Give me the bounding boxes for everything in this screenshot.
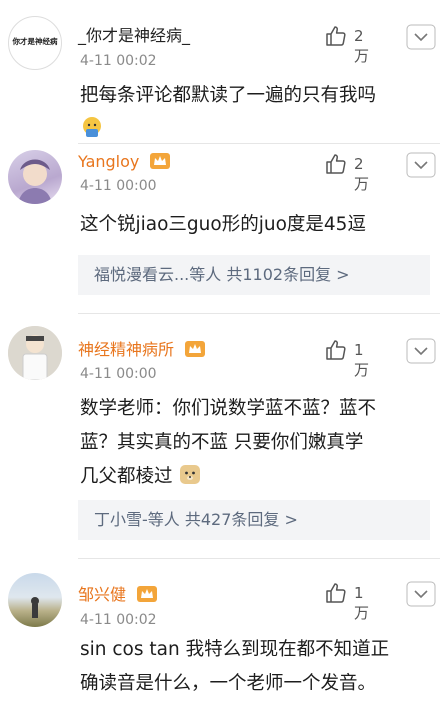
like-button[interactable]: 1万	[324, 338, 372, 379]
comment-4: 邹兴健 4-11 00:02 1万 sin cos tan 我特么到现在都不知道…	[0, 559, 440, 698]
comment-text: 这个锐jiao三guo形的juo度是45逗	[80, 214, 366, 235]
avatar-image	[8, 326, 62, 380]
like-button[interactable]: 2万	[324, 152, 372, 193]
replies-preview[interactable]: 福悦漫看云...等人 共1102条回复 >	[78, 255, 430, 295]
username[interactable]: 邹兴健	[78, 581, 158, 605]
thumbs-up-icon	[326, 583, 346, 603]
comment-text: 把每条评论都默读了一遍的只有我吗	[80, 79, 430, 147]
like-count: 2万	[354, 155, 370, 193]
username-text: 神经精神病所	[78, 340, 175, 359]
like-count: 1万	[354, 584, 370, 622]
comment-text: sin cos tan 我特么到现在都不知道正 确读音是什么，一个老师一个发音。	[80, 633, 430, 701]
comment-3: 神经精神病所 4-11 00:00 1万 数学老师：你们说数学蓝不蓝？蓝不 蓝？…	[0, 314, 440, 554]
comment-text-line: 把每条评论都默读了一遍的只有我吗	[80, 85, 377, 106]
username[interactable]: Yangloy	[78, 152, 171, 171]
more-button[interactable]	[406, 338, 436, 364]
thumbs-up-icon	[326, 154, 346, 174]
thumbs-up-icon	[326, 26, 346, 46]
chevron-down-icon	[406, 152, 436, 178]
chevron-down-icon	[406, 24, 436, 50]
thumbs-up-icon	[326, 340, 346, 360]
timestamp: 4-11 00:00	[80, 366, 157, 382]
comment-1: 你才是神经病 _你才是神经病_ 4-11 00:02 2万 把每条评论都默读了一…	[0, 0, 440, 150]
chevron-down-icon	[406, 581, 436, 607]
comment-text-line: sin cos tan 我特么到现在都不知道正	[80, 639, 390, 660]
like-count: 2万	[354, 27, 370, 65]
comment-text-line: 几父都棱过	[80, 466, 173, 487]
comment-text-line: 确读音是什么，一个老师一个发音。	[80, 673, 377, 694]
comment-text-line: 数学老师：你们说数学蓝不蓝？蓝不	[80, 398, 377, 419]
avatar[interactable]: 你才是神经病	[8, 16, 62, 70]
like-button[interactable]: 2万	[324, 24, 372, 65]
username[interactable]: 神经精神病所	[78, 336, 206, 360]
timestamp: 4-11 00:02	[80, 612, 157, 628]
avatar[interactable]	[8, 573, 62, 627]
avatar[interactable]	[8, 326, 62, 380]
comment-2: Yangloy 4-11 00:00 2万 这个锐jiao三guo形的juo度是…	[0, 144, 440, 314]
comment-text-line-wrap: 几父都棱过	[80, 460, 430, 494]
comment-text: 数学老师：你们说数学蓝不蓝？蓝不 蓝？其实真的不蓝 只要你们嫩真学 几父都棱过	[80, 392, 430, 494]
timestamp: 4-11 00:02	[80, 53, 157, 69]
avatar[interactable]	[8, 150, 62, 204]
like-button[interactable]: 1万	[324, 581, 372, 622]
vip-badge-icon	[185, 341, 206, 357]
username-text: 邹兴健	[78, 585, 127, 604]
more-button[interactable]	[406, 581, 436, 607]
avatar-image	[31, 597, 39, 618]
emoji-icon	[83, 117, 101, 137]
comment-text-line: 蓝？其实真的不蓝 只要你们嫩真学	[80, 432, 364, 453]
more-button[interactable]	[406, 24, 436, 50]
replies-preview[interactable]: 丁小雪-等人 共427条回复 >	[78, 500, 430, 540]
dog-emoji-icon	[180, 465, 201, 484]
like-count: 1万	[354, 341, 370, 379]
vip-badge-icon	[150, 153, 171, 169]
timestamp: 4-11 00:00	[80, 178, 157, 194]
more-button[interactable]	[406, 152, 436, 178]
username[interactable]: _你才是神经病_	[78, 22, 190, 46]
avatar-image	[18, 159, 52, 204]
username-text: Yangloy	[78, 152, 140, 171]
chevron-down-icon	[406, 338, 436, 364]
avatar-text: 你才是神经病	[12, 37, 58, 46]
vip-badge-icon	[137, 586, 158, 602]
